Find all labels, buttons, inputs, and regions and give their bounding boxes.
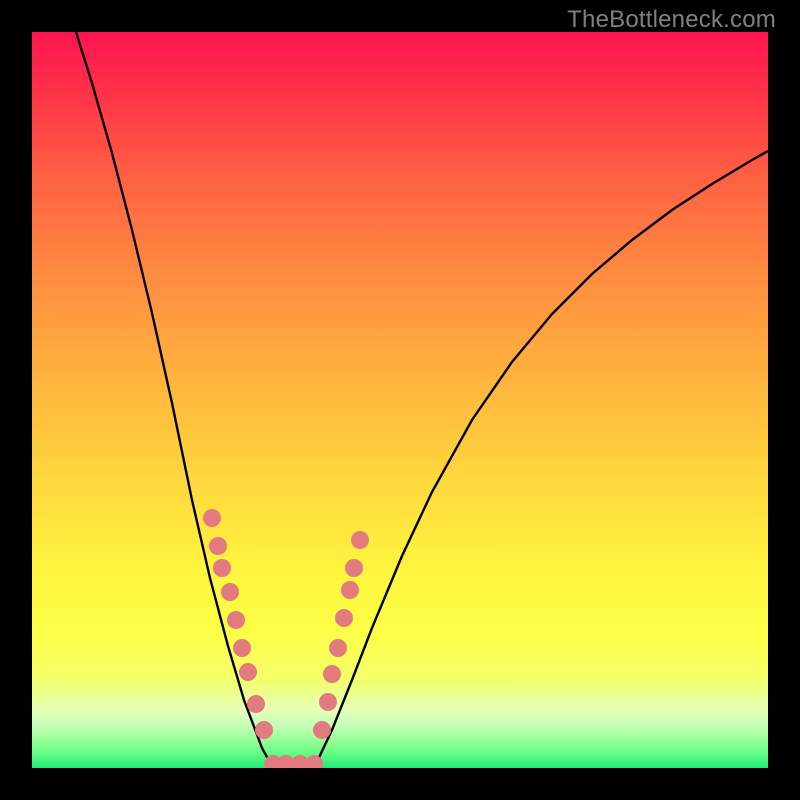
data-point-marker: [345, 559, 363, 577]
data-point-marker: [335, 609, 353, 627]
data-point-marker: [319, 693, 337, 711]
data-point-marker: [221, 583, 239, 601]
data-point-marker: [233, 639, 251, 657]
watermark-text: TheBottleneck.com: [567, 6, 776, 34]
curve-left: [76, 32, 273, 768]
data-point-marker: [313, 721, 331, 739]
data-point-marker: [341, 581, 359, 599]
data-point-marker: [255, 721, 273, 739]
curve-svg: [32, 32, 768, 768]
data-point-marker: [323, 665, 341, 683]
data-point-marker: [239, 663, 257, 681]
data-point-marker: [351, 531, 369, 549]
plot-area: [32, 32, 768, 768]
data-point-marker: [213, 559, 231, 577]
data-point-marker: [329, 639, 347, 657]
data-point-marker: [203, 509, 221, 527]
data-point-marker: [247, 695, 265, 713]
curve-layer: [76, 32, 768, 768]
markers-left: [203, 509, 273, 739]
data-point-marker: [227, 611, 245, 629]
markers-floor: [264, 755, 323, 768]
curve-right: [314, 151, 768, 768]
data-point-marker: [209, 537, 227, 555]
chart-frame: TheBottleneck.com: [0, 0, 800, 800]
